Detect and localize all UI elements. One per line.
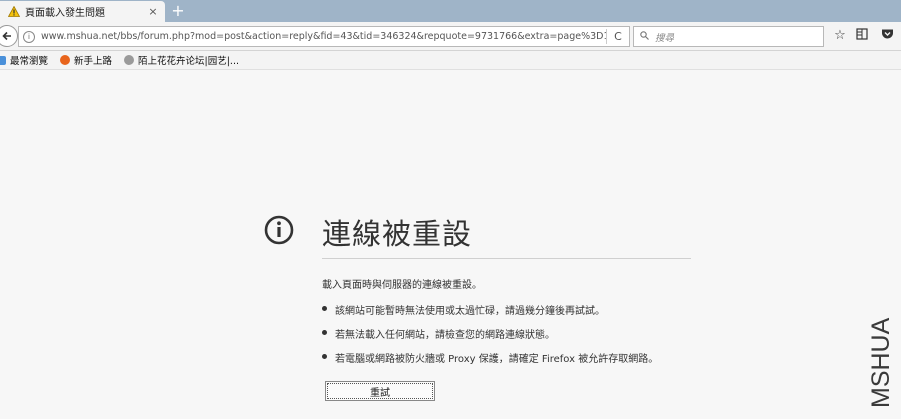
bookmark-label: 陌上花花卉论坛|园艺|...	[138, 56, 239, 67]
firefox-icon	[60, 55, 71, 65]
bookmark-most-visited[interactable]: 最常瀏覽	[0, 53, 48, 67]
tab-close-icon[interactable]: ×	[147, 5, 159, 18]
bookmark-folder-icon	[0, 55, 6, 65]
bullet	[322, 330, 327, 335]
error-suggestions: 該網站可能暫時無法使用或太過忙碌，請過幾分鐘後再試試。 若無法載入任何網站，請檢…	[322, 302, 658, 374]
navigation-toolbar: i www.mshua.net/bbs/forum.php?mod=post&a…	[0, 22, 901, 51]
site-info-icon[interactable]: i	[23, 30, 35, 43]
pocket-icon[interactable]	[879, 28, 895, 44]
active-tab[interactable]: 頁面載入發生問題 ×	[0, 1, 165, 22]
bookmarks-toolbar: 最常瀏覽 新手上路 陌上花花卉论坛|园艺|...	[0, 51, 901, 70]
search-input[interactable]: 搜尋	[655, 30, 674, 44]
list-item: 若無法載入任何網站，請檢查您的網路連線狀態。	[322, 326, 658, 350]
back-button[interactable]	[0, 25, 18, 47]
bookmark-label: 最常瀏覽	[10, 56, 49, 67]
retry-button[interactable]: 重試	[325, 381, 435, 401]
new-tab-button[interactable]: +	[170, 2, 186, 20]
search-bar[interactable]: 搜尋	[633, 26, 824, 47]
tab-title: 頁面載入發生問題	[25, 8, 105, 19]
url-text[interactable]: www.mshua.net/bbs/forum.php?mod=post&act…	[41, 31, 606, 42]
bookmark-forum[interactable]: 陌上花花卉论坛|园艺|...	[124, 53, 239, 67]
reload-icon[interactable]: C	[607, 30, 629, 43]
bullet	[322, 306, 327, 311]
error-title: 連線被重設	[322, 217, 473, 251]
info-icon	[264, 215, 294, 245]
bookmarks-menu-icon[interactable]	[854, 28, 870, 44]
search-icon	[640, 30, 650, 43]
mshua-watermark: MSHUA	[867, 317, 895, 408]
bullet	[322, 354, 327, 359]
back-arrow-icon	[2, 31, 11, 41]
globe-icon	[124, 55, 135, 65]
suggestion-text: 若無法載入任何網站，請檢查您的網路連線狀態。	[335, 330, 555, 341]
bookmark-label: 新手上路	[74, 56, 113, 67]
error-page: 連線被重設 載入頁面時與伺服器的連線被重設。 該網站可能暫時無法使用或太過忙碌，…	[0, 70, 901, 419]
watermark-text: MSHUA	[867, 317, 895, 408]
warning-icon	[7, 5, 21, 17]
suggestion-text: 該網站可能暫時無法使用或太過忙碌，請過幾分鐘後再試試。	[335, 306, 605, 317]
list-item: 若電腦或網路被防火牆或 Proxy 保護，請確定 Firefox 被允許存取網路…	[322, 350, 658, 374]
url-bar[interactable]: i www.mshua.net/bbs/forum.php?mod=post&a…	[18, 26, 630, 47]
bookmark-star-icon[interactable]: ☆	[832, 28, 848, 44]
suggestion-text: 若電腦或網路被防火牆或 Proxy 保護，請確定 Firefox 被允許存取網路…	[335, 354, 659, 365]
tab-bar: 頁面載入發生問題 × +	[0, 0, 901, 22]
title-divider	[322, 258, 691, 259]
bookmark-getting-started[interactable]: 新手上路	[60, 53, 112, 67]
error-description: 載入頁面時與伺服器的連線被重設。	[322, 280, 482, 291]
list-item: 該網站可能暫時無法使用或太過忙碌，請過幾分鐘後再試試。	[322, 302, 658, 326]
